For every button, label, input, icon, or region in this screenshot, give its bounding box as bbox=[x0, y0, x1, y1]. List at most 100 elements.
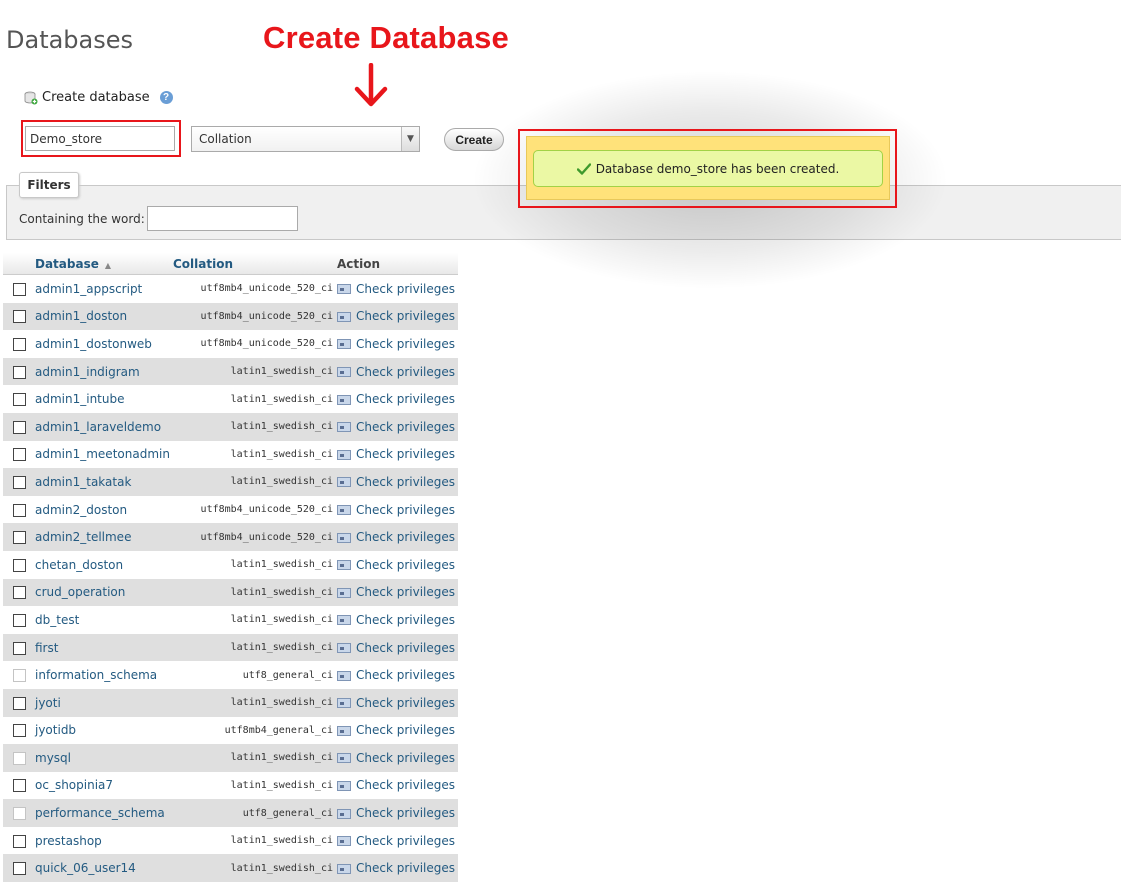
row-checkbox[interactable] bbox=[13, 366, 26, 379]
header-database[interactable]: Database▲ bbox=[35, 253, 173, 275]
database-name-link[interactable]: jyotidb bbox=[35, 717, 173, 745]
row-checkbox[interactable] bbox=[13, 283, 26, 296]
check-privileges-label[interactable]: Check privileges bbox=[356, 420, 455, 434]
check-privileges-link[interactable]: Check privileges bbox=[337, 717, 458, 745]
check-privileges-label[interactable]: Check privileges bbox=[356, 861, 455, 875]
database-name-link[interactable]: oc_shopinia7 bbox=[35, 772, 173, 800]
check-privileges-label[interactable]: Check privileges bbox=[356, 585, 455, 599]
filter-input[interactable] bbox=[147, 206, 298, 231]
row-checkbox[interactable] bbox=[13, 504, 26, 517]
database-name-link[interactable]: crud_operation bbox=[35, 579, 173, 607]
database-name-link[interactable]: admin1_takatak bbox=[35, 468, 173, 496]
row-checkbox[interactable] bbox=[13, 476, 26, 489]
database-name-link[interactable]: admin2_tellmee bbox=[35, 523, 173, 551]
privileges-icon bbox=[337, 643, 351, 653]
database-name-link[interactable]: performance_schema bbox=[35, 799, 173, 827]
check-privileges-label[interactable]: Check privileges bbox=[356, 696, 455, 710]
row-checkbox[interactable] bbox=[13, 531, 26, 544]
check-privileges-link[interactable]: Check privileges bbox=[337, 385, 458, 413]
check-privileges-link[interactable]: Check privileges bbox=[337, 523, 458, 551]
row-checkbox[interactable] bbox=[13, 421, 26, 434]
check-privileges-link[interactable]: Check privileges bbox=[337, 468, 458, 496]
check-privileges-label[interactable]: Check privileges bbox=[356, 530, 455, 544]
check-privileges-label[interactable]: Check privileges bbox=[356, 309, 455, 323]
row-checkbox[interactable] bbox=[13, 586, 26, 599]
check-privileges-link[interactable]: Check privileges bbox=[337, 772, 458, 800]
row-checkbox[interactable] bbox=[13, 338, 26, 351]
chevron-down-icon[interactable]: ▼ bbox=[401, 127, 419, 151]
check-privileges-link[interactable]: Check privileges bbox=[337, 827, 458, 855]
check-privileges-link[interactable]: Check privileges bbox=[337, 303, 458, 331]
database-name-link[interactable]: admin1_indigram bbox=[35, 358, 173, 386]
database-name-link[interactable]: admin1_laraveldemo bbox=[35, 413, 173, 441]
privileges-icon bbox=[337, 450, 351, 460]
check-privileges-label[interactable]: Check privileges bbox=[356, 365, 455, 379]
check-privileges-label[interactable]: Check privileges bbox=[356, 282, 455, 296]
check-privileges-label[interactable]: Check privileges bbox=[356, 337, 455, 351]
database-name-link[interactable]: information_schema bbox=[35, 661, 173, 689]
collation-cell: latin1_swedish_ci bbox=[173, 441, 337, 469]
check-privileges-link[interactable]: Check privileges bbox=[337, 330, 458, 358]
database-name-link[interactable]: mysql bbox=[35, 744, 173, 772]
row-checkbox[interactable] bbox=[13, 559, 26, 572]
check-privileges-label[interactable]: Check privileges bbox=[356, 613, 455, 627]
header-database-label[interactable]: Database bbox=[35, 257, 99, 271]
row-checkbox[interactable] bbox=[13, 393, 26, 406]
database-name-link[interactable]: chetan_doston bbox=[35, 551, 173, 579]
check-privileges-label[interactable]: Check privileges bbox=[356, 778, 455, 792]
check-privileges-link[interactable]: Check privileges bbox=[337, 496, 458, 524]
collation-cell: latin1_swedish_ci bbox=[173, 827, 337, 855]
check-privileges-link[interactable]: Check privileges bbox=[337, 689, 458, 717]
check-privileges-link[interactable]: Check privileges bbox=[337, 799, 458, 827]
check-privileges-label[interactable]: Check privileges bbox=[356, 641, 455, 655]
check-privileges-link[interactable]: Check privileges bbox=[337, 275, 458, 303]
row-checkbox[interactable] bbox=[13, 862, 26, 875]
check-privileges-label[interactable]: Check privileges bbox=[356, 806, 455, 820]
collation-select[interactable]: Collation ▼ bbox=[191, 126, 420, 152]
check-privileges-label[interactable]: Check privileges bbox=[356, 723, 455, 737]
row-checkbox[interactable] bbox=[13, 642, 26, 655]
check-privileges-label[interactable]: Check privileges bbox=[356, 751, 455, 765]
database-name-input[interactable] bbox=[25, 126, 175, 151]
check-privileges-link[interactable]: Check privileges bbox=[337, 634, 458, 662]
database-name-link[interactable]: admin1_dostonweb bbox=[35, 330, 173, 358]
check-privileges-link[interactable]: Check privileges bbox=[337, 551, 458, 579]
row-checkbox[interactable] bbox=[13, 614, 26, 627]
database-name-link[interactable]: admin2_doston bbox=[35, 496, 173, 524]
privileges-icon bbox=[337, 367, 351, 377]
database-name-link[interactable]: db_test bbox=[35, 606, 173, 634]
database-name-link[interactable]: jyoti bbox=[35, 689, 173, 717]
check-privileges-label[interactable]: Check privileges bbox=[356, 503, 455, 517]
check-privileges-link[interactable]: Check privileges bbox=[337, 606, 458, 634]
database-name-link[interactable]: admin1_intube bbox=[35, 385, 173, 413]
row-checkbox[interactable] bbox=[13, 448, 26, 461]
help-icon[interactable]: ? bbox=[160, 91, 173, 104]
row-checkbox[interactable] bbox=[13, 697, 26, 710]
check-privileges-link[interactable]: Check privileges bbox=[337, 413, 458, 441]
check-privileges-label[interactable]: Check privileges bbox=[356, 475, 455, 489]
check-privileges-label[interactable]: Check privileges bbox=[356, 447, 455, 461]
database-name-link[interactable]: admin1_appscript bbox=[35, 275, 173, 303]
database-name-link[interactable]: first bbox=[35, 634, 173, 662]
row-checkbox[interactable] bbox=[13, 310, 26, 323]
check-privileges-label[interactable]: Check privileges bbox=[356, 392, 455, 406]
row-checkbox[interactable] bbox=[13, 835, 26, 848]
check-privileges-link[interactable]: Check privileges bbox=[337, 441, 458, 469]
database-name-link[interactable]: quick_06_user14 bbox=[35, 854, 173, 882]
check-privileges-link[interactable]: Check privileges bbox=[337, 579, 458, 607]
header-collation[interactable]: Collation bbox=[173, 253, 337, 275]
check-privileges-link[interactable]: Check privileges bbox=[337, 358, 458, 386]
check-privileges-label[interactable]: Check privileges bbox=[356, 668, 455, 682]
check-privileges-label[interactable]: Check privileges bbox=[356, 834, 455, 848]
row-checkbox[interactable] bbox=[13, 724, 26, 737]
filters-tab[interactable]: Filters bbox=[19, 172, 79, 198]
arrow-down-icon bbox=[354, 63, 388, 109]
database-name-link[interactable]: prestashop bbox=[35, 827, 173, 855]
check-privileges-link[interactable]: Check privileges bbox=[337, 744, 458, 772]
check-privileges-link[interactable]: Check privileges bbox=[337, 854, 458, 882]
database-name-link[interactable]: admin1_meetonadmin bbox=[35, 441, 173, 469]
row-checkbox[interactable] bbox=[13, 779, 26, 792]
check-privileges-label[interactable]: Check privileges bbox=[356, 558, 455, 572]
database-name-link[interactable]: admin1_doston bbox=[35, 303, 173, 331]
check-privileges-link[interactable]: Check privileges bbox=[337, 661, 458, 689]
